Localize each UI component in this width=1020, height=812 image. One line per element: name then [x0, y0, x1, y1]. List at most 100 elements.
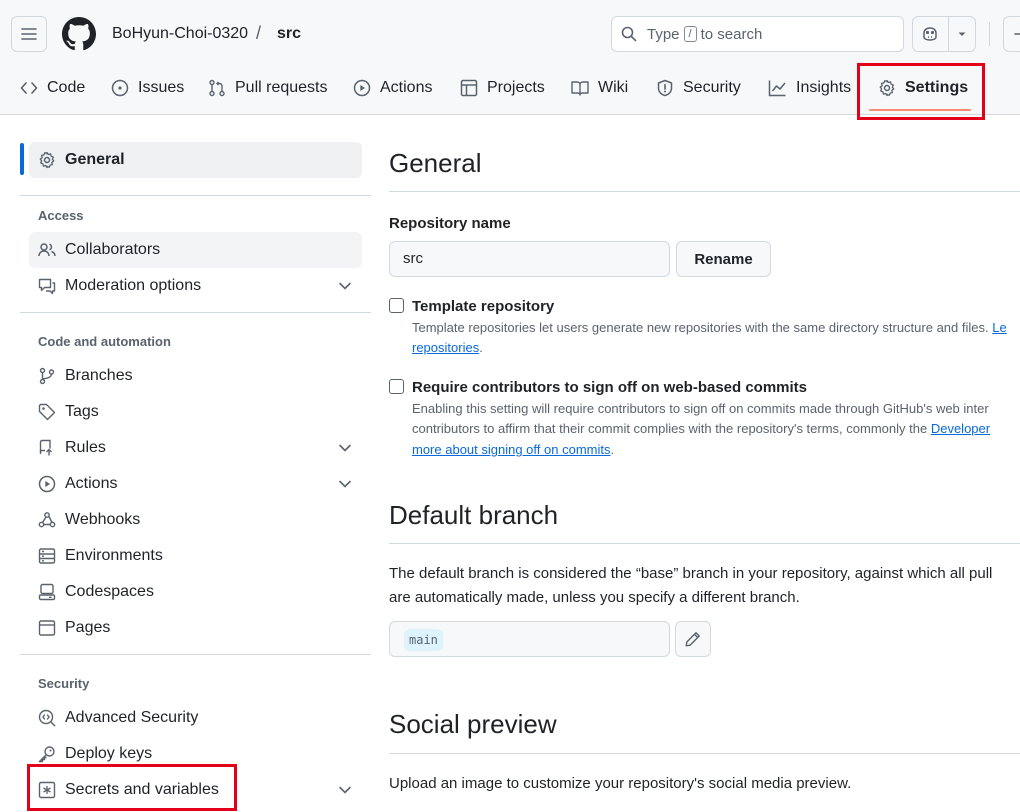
sidebar-group-code-automation: Code and automation — [38, 334, 171, 349]
sidebar-item-label: Tags — [65, 403, 99, 420]
menu-button[interactable] — [11, 16, 47, 52]
tab-wiki[interactable]: Wiki — [571, 70, 628, 106]
default-branch-description: The default branch is considered the “ba… — [389, 565, 993, 582]
hamburger-icon — [21, 28, 37, 40]
sidebar-group-access: Access — [38, 208, 84, 223]
developer-link[interactable]: Developer — [931, 421, 990, 436]
github-logo-icon[interactable] — [62, 17, 96, 51]
breadcrumb-separator: / — [256, 23, 262, 43]
tab-insights[interactable]: Insights — [768, 70, 851, 106]
repo-name-link[interactable]: src — [277, 25, 301, 43]
sidebar-item-label: Collaborators — [65, 241, 161, 258]
report-icon — [38, 278, 56, 295]
tab-issues[interactable]: Issues — [111, 70, 184, 106]
chevron-down-icon — [339, 282, 351, 290]
sidebar-item-pages[interactable]: Pages — [29, 610, 362, 646]
template-desc-text: Template repositories let users generate… — [412, 320, 989, 335]
sidebar-item-environments[interactable]: Environments — [29, 538, 362, 574]
search-suffix: to search — [700, 25, 763, 43]
search-icon — [621, 26, 637, 42]
sidebar-divider — [20, 312, 371, 313]
codespaces-icon — [38, 583, 56, 601]
section-divider — [389, 191, 1020, 192]
tab-label: Wiki — [598, 79, 629, 96]
create-new-button[interactable] — [1003, 16, 1020, 52]
sidebar-item-advanced-security[interactable]: Advanced Security — [29, 700, 362, 736]
default-branch-title: Default branch — [389, 500, 559, 530]
tab-label: Projects — [487, 79, 545, 96]
search-input[interactable]: Type / to search — [611, 16, 904, 52]
section-divider — [389, 543, 1020, 544]
rename-button[interactable]: Rename — [676, 241, 771, 277]
sidebar-item-label: Pages — [65, 619, 111, 636]
sidebar-item-label: General — [65, 151, 125, 168]
sidebar-item-tags[interactable]: Tags — [29, 394, 362, 430]
template-repos-link[interactable]: repositories — [412, 340, 479, 355]
tab-actions[interactable]: Actions — [353, 70, 432, 106]
search-shortcut-key: / — [683, 26, 697, 42]
chevron-down-icon — [339, 786, 351, 794]
tab-label: Insights — [796, 79, 852, 96]
settings-tab-highlight — [857, 63, 985, 120]
page-title: General — [389, 148, 482, 178]
table-icon — [460, 79, 478, 97]
search-prefix: Type — [647, 25, 680, 43]
repo-push-icon — [39, 439, 52, 456]
tab-label: Security — [683, 79, 741, 96]
sidebar-item-label: Moderation options — [65, 277, 202, 294]
sidebar-item-collaborators[interactable]: Collaborators — [29, 232, 362, 268]
tab-code[interactable]: Code — [20, 70, 85, 106]
tab-label: Issues — [138, 79, 185, 96]
sidebar-item-codespaces[interactable]: Codespaces — [29, 574, 362, 610]
signoff-description-3: more about signing off on commits. — [412, 440, 614, 460]
tab-projects[interactable]: Projects — [460, 70, 545, 106]
pull-request-icon — [209, 79, 225, 97]
graph-icon — [768, 80, 786, 97]
play-icon — [38, 475, 56, 493]
section-divider — [389, 753, 1020, 754]
sidebar-item-branches[interactable]: Branches — [29, 358, 362, 394]
plus-icon — [1014, 33, 1020, 35]
triangle-down-icon — [958, 32, 966, 36]
repo-name-input[interactable]: src — [389, 241, 670, 277]
sidebar-item-actions[interactable]: Actions — [29, 466, 362, 502]
sidebar-item-webhooks[interactable]: Webhooks — [29, 502, 362, 538]
sidebar-item-label: Actions — [65, 475, 118, 492]
tab-label: Code — [47, 79, 86, 96]
chevron-down-icon — [339, 444, 351, 452]
sidebar-item-rules[interactable]: Rules — [29, 430, 362, 466]
copilot-dropdown-button[interactable] — [947, 17, 975, 51]
default-branch-description-2: are automatically made, unless you speci… — [389, 589, 800, 606]
tab-security[interactable]: Security — [656, 70, 741, 106]
webhook-icon — [38, 512, 56, 528]
codescan-icon — [38, 709, 56, 727]
period-text: . — [610, 442, 615, 457]
signoff-title: Require contributors to sign off on web-… — [412, 379, 808, 396]
sidebar-item-moderation[interactable]: Moderation options — [29, 268, 362, 304]
code-icon — [20, 82, 38, 94]
signoff-description-2: contributors to affirm that their commit… — [412, 419, 990, 439]
tab-pull-requests[interactable]: Pull requests — [208, 70, 328, 106]
sidebar-item-label: Environments — [65, 547, 163, 564]
secrets-item-highlight — [27, 764, 237, 811]
template-repo-checkbox[interactable] — [389, 298, 404, 313]
template-repo-description-2: repositories. — [412, 338, 483, 358]
signing-off-link[interactable]: more about signing off on commits — [412, 442, 610, 457]
learn-more-link[interactable]: Le — [992, 320, 1006, 335]
repo-owner-link[interactable]: BoHyun-Choi-0320 — [112, 25, 248, 43]
sidebar-item-general[interactable]: General — [29, 142, 362, 178]
copilot-button[interactable] — [913, 17, 948, 51]
sidebar-item-label: Deploy keys — [65, 745, 153, 762]
server-icon — [38, 548, 56, 564]
people-icon — [38, 243, 56, 257]
template-repo-title: Template repository — [412, 298, 555, 315]
tag-icon — [38, 403, 56, 421]
active-indicator — [20, 143, 24, 175]
sidebar-divider — [20, 195, 371, 196]
edit-branch-button[interactable] — [675, 621, 711, 657]
sidebar-item-label: Webhooks — [65, 511, 141, 528]
sidebar-item-label: Branches — [65, 367, 133, 384]
signoff-desc-text: contributors to affirm that their commit… — [412, 421, 928, 436]
signoff-checkbox[interactable] — [389, 379, 404, 394]
header-divider — [989, 22, 990, 46]
